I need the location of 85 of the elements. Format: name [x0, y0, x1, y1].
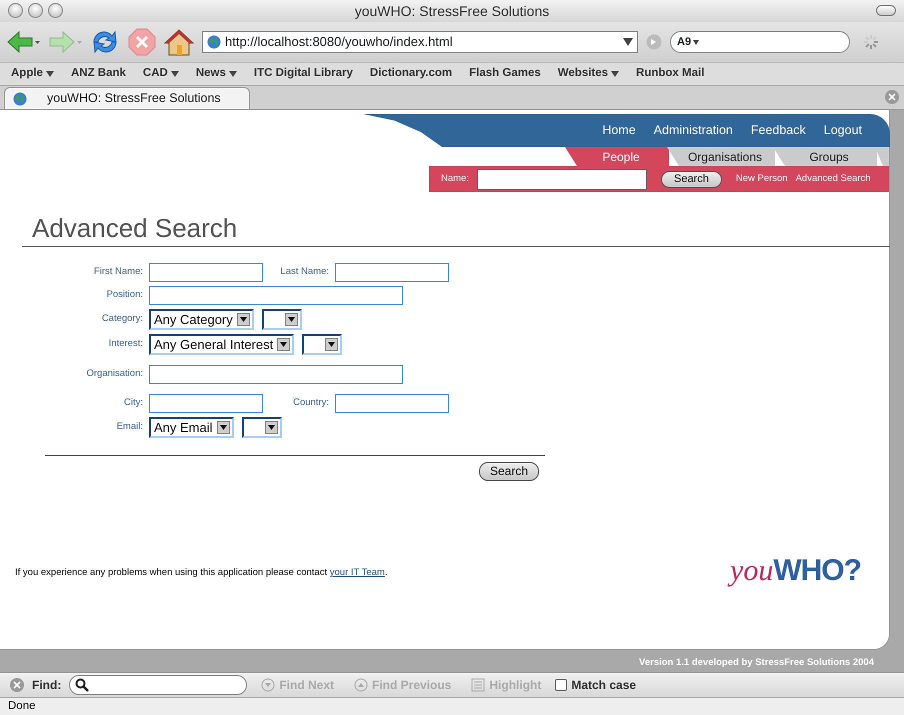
search-button[interactable]: Search: [660, 170, 722, 188]
logo: youWHO?: [730, 548, 861, 593]
field-label: First Name:: [92, 265, 143, 280]
browser-tab[interactable]: youWHO: StressFree Solutions: [4, 87, 250, 109]
stop-icon[interactable]: [128, 28, 156, 56]
caret-icon: [240, 317, 247, 322]
field-label: Name:: [441, 172, 469, 186]
window-control[interactable]: [28, 3, 43, 18]
bookmark-item[interactable]: ITC Digital Library: [254, 65, 353, 83]
checkbox-label: Match case: [571, 677, 636, 694]
caret-icon: [46, 71, 54, 77]
nav-link[interactable]: New Person: [736, 172, 788, 186]
input-field[interactable]: [335, 263, 449, 282]
checkbox[interactable]: [555, 679, 568, 691]
close-icon[interactable]: [885, 90, 899, 104]
name-field[interactable]: [476, 168, 647, 190]
spinner-icon: [862, 33, 880, 51]
nav-link[interactable]: Home: [602, 121, 636, 140]
section-tab[interactable]: People: [565, 147, 669, 166]
bookmark-item[interactable]: Websites: [558, 65, 620, 83]
bookmark-item[interactable]: News: [196, 65, 237, 83]
section-tab[interactable]: Groups: [773, 147, 877, 166]
input-field[interactable]: [149, 263, 263, 282]
dropdown[interactable]: Any Category: [149, 309, 254, 330]
search-icon: [75, 678, 90, 692]
caret-icon[interactable]: [693, 40, 700, 44]
input-field[interactable]: [335, 394, 449, 413]
bookmark-item[interactable]: CAD: [142, 65, 179, 83]
caret-icon: [228, 71, 237, 77]
caret-icon: [170, 71, 179, 77]
input-field[interactable]: [149, 365, 403, 384]
highlight-icon: [471, 678, 486, 692]
bookmark-item[interactable]: ANZ Bank: [70, 65, 126, 83]
bookmark-item[interactable]: Dictionary.com: [370, 65, 452, 83]
field-label: Email:: [116, 420, 143, 434]
bookmark-item[interactable]: Apple: [11, 65, 54, 83]
input-field[interactable]: [149, 286, 403, 305]
help-text: If you experience any problems when using this application please contact your IT Team.: [15, 566, 388, 580]
nav-link[interactable]: Feedback: [750, 121, 806, 140]
caret-icon: [328, 342, 336, 347]
nav-link[interactable]: Advanced Search: [796, 172, 871, 186]
field-label: Country:: [292, 396, 329, 410]
caret-icon: [288, 317, 295, 322]
dropdown[interactable]: [242, 417, 282, 438]
find-field[interactable]: [69, 675, 248, 695]
close-icon[interactable]: [10, 678, 24, 692]
field-label: Position:: [106, 288, 143, 302]
back-icon[interactable]: [6, 29, 40, 55]
input-field[interactable]: [149, 394, 263, 413]
status-text: Done: [8, 700, 36, 712]
window-control[interactable]: [8, 3, 23, 18]
field-label: Last Name:: [279, 265, 329, 280]
caret-icon: [220, 425, 227, 430]
contact-link[interactable]: your IT Team: [330, 567, 385, 578]
caret-icon: [268, 425, 275, 430]
dropdown[interactable]: Any Email: [149, 417, 234, 438]
find-label: Find:: [32, 677, 62, 694]
globe-icon: [13, 92, 27, 106]
nav-link[interactable]: Administration: [654, 121, 733, 140]
dropdown[interactable]: Any General Interest: [149, 334, 294, 355]
section-tab[interactable]: Organisations: [667, 147, 775, 166]
dropdown[interactable]: [262, 309, 302, 330]
version-text: Version 1.1 developed by StressFree Solutions 2004: [639, 656, 874, 670]
go-icon[interactable]: [646, 34, 662, 50]
caret-icon[interactable]: [623, 38, 633, 46]
search-engine-label: A9: [677, 34, 692, 50]
page-heading: Advanced Search: [22, 210, 890, 247]
field-label: Organisation:: [85, 367, 143, 382]
address-field[interactable]: http://localhost:8080/youwho/index.html: [202, 31, 638, 53]
nav-link[interactable]: Logout: [824, 121, 862, 140]
field-label: Category:: [100, 312, 143, 326]
search-field[interactable]: A9: [670, 31, 850, 53]
toolbar-button[interactable]: [876, 5, 896, 16]
field-label: City:: [123, 396, 143, 410]
field-label: Interest:: [108, 337, 143, 352]
caret-icon: [280, 342, 288, 347]
globe-icon: [207, 35, 221, 49]
caret-icon: [611, 71, 620, 77]
window-control[interactable]: [48, 3, 63, 18]
dropdown[interactable]: [302, 334, 342, 355]
home-icon[interactable]: [164, 28, 194, 56]
bookmark-item[interactable]: Flash Games: [469, 65, 541, 83]
bookmark-item[interactable]: Runbox Mail: [636, 65, 704, 83]
window-title: youWHO: StressFree Solutions: [354, 3, 550, 19]
search-button[interactable]: Search: [479, 462, 540, 481]
